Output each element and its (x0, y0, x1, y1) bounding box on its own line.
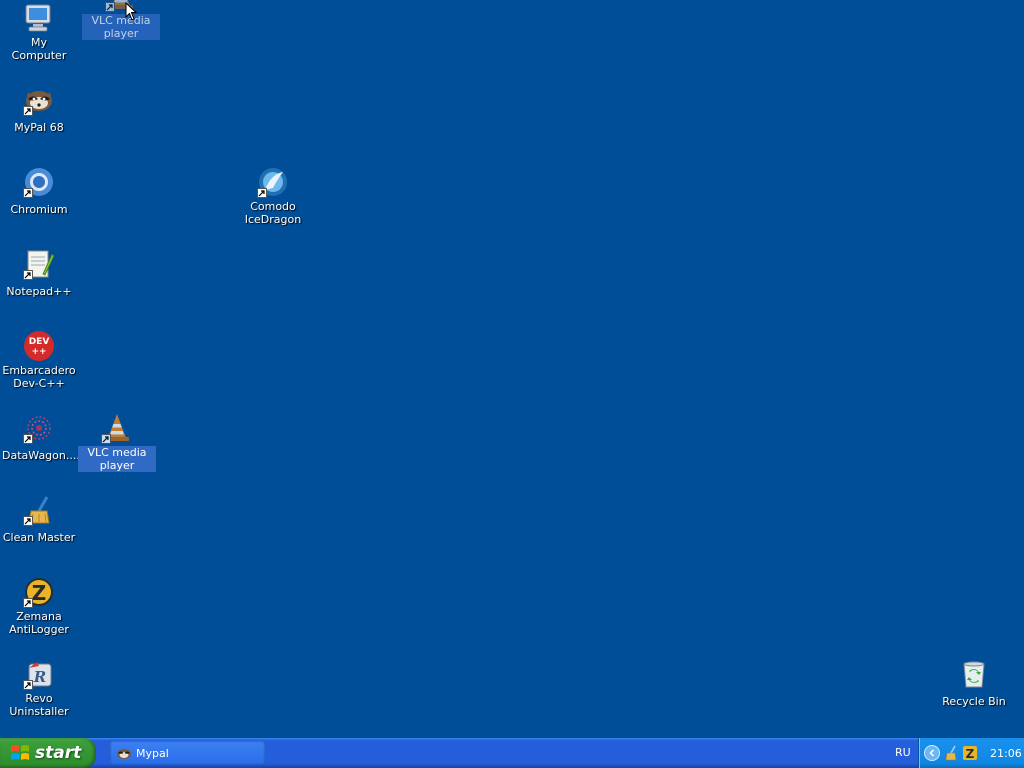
clean-master-tray-icon[interactable] (943, 745, 959, 761)
desktop-icon-datawagon[interactable]: DataWagon.... (0, 412, 80, 463)
desktop[interactable]: My Computer MyPal 68 Chromium Notepad++ … (0, 0, 1024, 738)
desktop-icon-label: Chromium (10, 203, 68, 216)
dev-cpp-icon: DEV ++ (23, 330, 55, 362)
desktop-icon-label: Embarcadero Dev-C++ (2, 364, 76, 390)
windows-logo-icon (10, 743, 30, 763)
shortcut-arrow-icon (23, 516, 33, 526)
desktop-icon-notepad-plus-plus[interactable]: Notepad++ (0, 248, 78, 299)
desktop-icon-chromium[interactable]: Chromium (0, 166, 78, 217)
desktop-icon-label: VLC media player (78, 446, 156, 472)
shortcut-arrow-icon (105, 2, 115, 12)
svg-text:R: R (33, 668, 46, 686)
desktop-icon-label: Recycle Bin (942, 695, 1006, 708)
vlc-icon (101, 412, 133, 444)
svg-text:Z: Z (32, 581, 47, 605)
desktop-icon-revo-uninstaller[interactable]: R Revo Uninstaller (0, 658, 78, 719)
desktop-icon-recycle-bin[interactable]: Recycle Bin (935, 658, 1013, 709)
chromium-icon (23, 166, 55, 198)
language-indicator[interactable]: RU (895, 746, 911, 759)
desktop-icon-label: My Computer (11, 36, 67, 62)
shortcut-arrow-icon (23, 106, 33, 116)
mypal-icon (23, 84, 55, 116)
show-hidden-icons-icon[interactable] (924, 745, 940, 761)
my-computer-icon (23, 2, 55, 34)
desktop-icon-label: Revo Uninstaller (9, 692, 69, 718)
shortcut-arrow-icon (23, 434, 33, 444)
desktop-icon-label: Comodo IceDragon (244, 200, 302, 226)
shortcut-arrow-icon (23, 598, 33, 608)
desktop-icon-my-computer[interactable]: My Computer (0, 2, 78, 63)
system-tray: Z 21:06 (918, 738, 1024, 768)
clock[interactable]: 21:06 (990, 747, 1022, 760)
recycle-bin-icon (958, 658, 990, 690)
desktop-icon-vlc[interactable]: VLC media player (78, 412, 156, 473)
taskbar-button-mypal[interactable]: Mypal (110, 741, 265, 765)
svg-text:DEV: DEV (29, 337, 50, 347)
svg-text:Z: Z (966, 747, 975, 761)
icedragon-icon (257, 166, 289, 198)
shortcut-arrow-icon (101, 434, 111, 444)
zemana-icon: Z (23, 576, 55, 608)
datawagon-icon (23, 412, 55, 444)
desktop-icon-icedragon[interactable]: Comodo IceDragon (234, 166, 312, 227)
shortcut-arrow-icon (257, 188, 267, 198)
svg-text:++: ++ (31, 347, 46, 357)
desktop-icon-zemana[interactable]: Z Zemana AntiLogger (0, 576, 78, 637)
desktop-icon-dev-cpp[interactable]: DEV ++ Embarcadero Dev-C++ (0, 330, 78, 391)
start-label: start (35, 743, 82, 763)
desktop-icon-label: VLC media player (82, 14, 160, 40)
desktop-icon-label: Clean Master (2, 531, 76, 544)
zemana-tray-icon[interactable]: Z (962, 745, 978, 761)
start-button[interactable]: start (0, 738, 96, 768)
desktop-icon-label: Zemana AntiLogger (9, 610, 69, 636)
clean-master-icon (23, 494, 55, 526)
taskbar-button-label: Mypal (136, 746, 169, 760)
mouse-cursor-icon (125, 2, 137, 22)
shortcut-arrow-icon (23, 188, 33, 198)
shortcut-arrow-icon (23, 680, 33, 690)
shortcut-arrow-icon (23, 270, 33, 280)
desktop-icon-mypal[interactable]: MyPal 68 (0, 84, 78, 135)
notepad-plus-plus-icon (23, 248, 55, 280)
desktop-icon-clean-master[interactable]: Clean Master (0, 494, 78, 545)
taskbar: start Mypal RU Z 21:06 (0, 738, 1024, 768)
desktop-icon-vlc-drag-ghost[interactable]: VLC media player (82, 0, 160, 41)
desktop-icon-label: DataWagon.... (2, 449, 80, 462)
mypal-icon (116, 745, 132, 761)
desktop-icon-label: MyPal 68 (14, 121, 64, 134)
desktop-icon-label: Notepad++ (6, 285, 72, 298)
revo-uninstaller-icon: R (23, 658, 55, 690)
